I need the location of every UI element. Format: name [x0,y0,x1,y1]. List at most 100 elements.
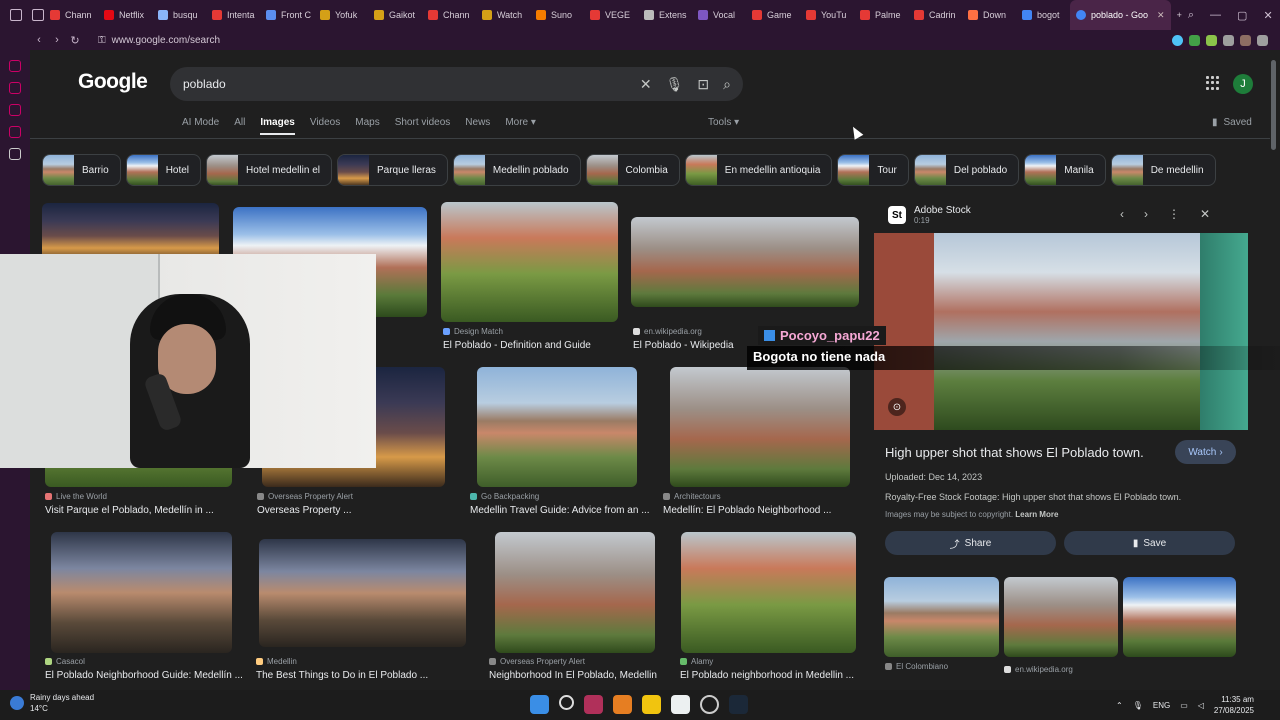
chip-tour[interactable]: Tour [837,154,909,186]
result-source[interactable]: Alamy [680,657,713,666]
tools-button[interactable]: Tools ▾ [708,117,739,128]
result-title[interactable]: The Best Things to Do in El Poblado ... [256,670,428,681]
preview-image[interactable]: ⊙ [874,233,1248,430]
extensions-puzzle-icon[interactable] [1223,34,1234,46]
chip-hotel-medellin[interactable]: Hotel medellin el [206,154,332,186]
volume-icon[interactable]: ◁ [1198,701,1204,710]
tab-overview-icon[interactable] [32,9,44,21]
profile-avatar-icon[interactable] [1240,34,1251,46]
tab[interactable]: Front C [260,0,314,30]
network-icon[interactable]: ▭ [1180,701,1188,710]
tab[interactable]: Gaikot [368,0,422,30]
result-image[interactable] [681,532,856,653]
chip-en-medellin-antioquia[interactable]: En medellin antioquia [684,154,833,186]
result-title[interactable]: Overseas Property ... [257,505,351,516]
result-title[interactable]: El Poblado Neighborhood Guide: Medellín … [45,670,243,681]
close-window-button[interactable]: ✕ [1263,9,1272,22]
result-source[interactable]: Architectours [663,492,721,501]
result-image[interactable] [631,217,859,307]
profile-icon[interactable] [10,9,22,21]
result-title[interactable]: El Poblado - Wikipedia [633,340,734,351]
start-icon[interactable] [530,695,549,714]
tab[interactable]: YouTu [800,0,854,30]
related-image[interactable] [1004,577,1118,657]
tab[interactable]: Netflix [98,0,152,30]
close-icon[interactable]: ✕ [1200,207,1210,221]
learn-more-link[interactable]: Learn More [1015,510,1058,519]
result-title[interactable]: Medellin Travel Guide: Advice from an ..… [470,505,650,516]
sidebar-mail-icon[interactable] [9,126,21,138]
reload-icon[interactable]: ↻ [66,34,84,47]
tab[interactable]: Game [746,0,800,30]
tab-active[interactable]: poblado - Goo ✕ [1070,0,1171,30]
previous-icon[interactable]: ‹ [1120,207,1124,221]
new-tab-button[interactable]: + [1171,0,1188,30]
lens-icon[interactable]: ⊙ [888,398,906,416]
search-icon[interactable]: ⌕ [723,76,731,93]
tab[interactable]: Chann [422,0,476,30]
minimize-button[interactable]: — [1210,9,1221,22]
google-logo[interactable]: Google [78,70,148,94]
result-source[interactable]: en.wikipedia.org [633,327,702,336]
result-image[interactable] [477,367,637,487]
save-button[interactable]: ▮ Save [1064,531,1235,555]
result-title[interactable]: Visit Parque el Poblado, Medellín in ... [45,505,214,516]
provider-name[interactable]: Adobe Stock [914,205,971,216]
sidebar-bookmark-icon[interactable] [9,82,21,94]
tab[interactable]: Down [962,0,1016,30]
tab[interactable]: Cadrin [908,0,962,30]
result-source[interactable]: Go Backpacking [470,492,539,501]
close-tab-icon[interactable]: ✕ [1157,10,1165,21]
result-image[interactable] [51,532,232,653]
result-title[interactable]: El Poblado neighborhood in Medellin ... [680,670,854,681]
sidebar-history-icon[interactable] [9,60,21,72]
chip-hotel[interactable]: Hotel [125,154,202,186]
extension-icon[interactable] [1189,34,1200,46]
tab[interactable]: VEGE [584,0,638,30]
chip-medellin-poblado[interactable]: Medellin poblado [452,154,581,186]
microphone-icon[interactable]: 🎙 [1133,701,1143,710]
tab[interactable]: Watch [476,0,530,30]
related-source[interactable]: en.wikipedia.org [1004,665,1073,674]
chip-colombia[interactable]: Colombia [585,154,680,186]
result-source[interactable]: Casacol [45,657,85,666]
clear-icon[interactable]: ✕ [640,76,652,93]
filter-ai-mode[interactable]: AI Mode [182,117,219,135]
result-image[interactable] [670,367,850,487]
steam-icon[interactable] [729,695,748,714]
lens-icon[interactable]: ⊡ [697,76,709,93]
result-image[interactable] [259,539,466,647]
menu-icon[interactable] [1257,34,1268,46]
opera-gx-icon[interactable] [584,695,603,714]
voice-search-icon[interactable]: 🎙 [666,76,684,93]
result-title[interactable]: El Poblado - Definition and Guide [443,340,591,351]
window-menu[interactable] [0,9,44,21]
saved-button[interactable]: ▮ Saved [1212,117,1252,128]
watch-button[interactable]: Watch › [1175,440,1236,464]
tab[interactable]: Vocal [692,0,746,30]
result-source[interactable]: Live the World [45,492,107,501]
url-field[interactable]: ⚿ www.google.com/search [98,35,220,46]
account-avatar[interactable]: J [1233,74,1253,94]
result-title[interactable]: Neighborhood In El Poblado, Medellin [489,670,657,681]
filter-short-videos[interactable]: Short videos [395,117,451,135]
extension-icon[interactable] [1206,34,1217,46]
extension-icon[interactable] [1172,34,1183,46]
tab[interactable]: Intenta [206,0,260,30]
search-icon[interactable] [559,695,574,710]
app-icon[interactable] [700,695,719,714]
more-options-icon[interactable]: ⋮ [1168,207,1180,221]
tab[interactable]: bogot [1016,0,1070,30]
filter-all[interactable]: All [234,117,245,135]
back-icon[interactable]: ‹ [30,34,48,46]
tab[interactable]: Chann [44,0,98,30]
site-info-icon[interactable]: ⚿ [98,35,106,46]
filter-videos[interactable]: Videos [310,117,340,135]
related-source[interactable]: El Colombiano [885,662,948,671]
search-tabs-icon[interactable]: ⌕ [1188,9,1194,22]
chip-manila[interactable]: Manila [1024,154,1106,186]
sidebar-app-icon[interactable] [9,148,21,160]
language-indicator[interactable]: ENG [1153,701,1170,710]
chip-del-poblado[interactable]: Del poblado [913,154,1020,186]
related-image[interactable] [884,577,999,657]
